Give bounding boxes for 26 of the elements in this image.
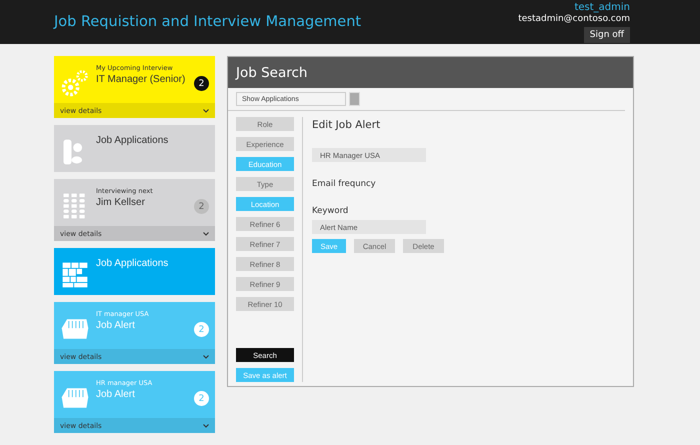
tile-title: Jim Kellser xyxy=(96,197,146,208)
chevron-icon xyxy=(203,232,209,236)
grid-icon xyxy=(60,260,90,290)
tile-title: Job Applications xyxy=(96,135,168,146)
count-badge: 2 xyxy=(194,322,209,337)
chevron-icon xyxy=(203,424,209,428)
chevron-icon xyxy=(203,354,209,358)
count-badge: 2 xyxy=(194,76,209,91)
user-name[interactable]: test_admin xyxy=(574,2,630,12)
dropdown-toggle[interactable] xyxy=(349,92,360,106)
app-title: Job Requistion and Interview Management xyxy=(54,14,362,30)
keyword-label: Keyword xyxy=(312,206,350,216)
sign-off-button[interactable]: Sign off xyxy=(584,26,630,42)
chevron-icon xyxy=(203,108,209,112)
user-email: testadmin@contoso.com xyxy=(518,12,630,24)
count-badge: 2 xyxy=(194,199,209,214)
form-heading: Edit Job Alert xyxy=(312,119,382,131)
email-frequency-label: Email frequncy xyxy=(312,179,377,189)
gears-icon xyxy=(60,68,90,98)
count-badge: 2 xyxy=(194,391,209,406)
tile-title: Job Alert xyxy=(96,320,136,331)
tile-title: IT Manager (Senior) xyxy=(96,74,186,85)
tile-title: Job Alert xyxy=(96,389,136,400)
panel-title: Job Search xyxy=(228,57,633,88)
tile-title: Job Applications xyxy=(96,258,168,269)
tile[interactable]: Job Applications xyxy=(54,125,215,172)
